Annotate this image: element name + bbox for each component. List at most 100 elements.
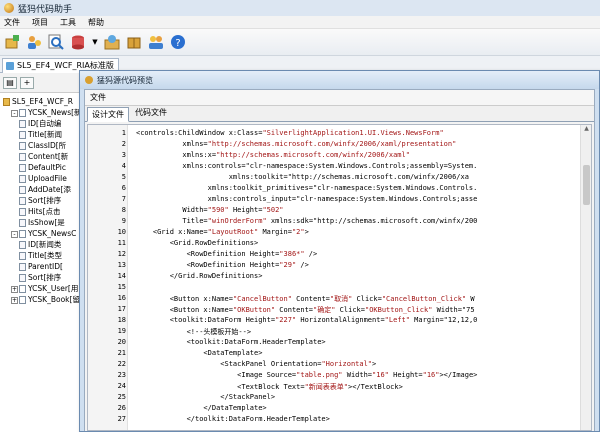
field-icon [19,153,26,161]
line-number: 6 [121,184,126,192]
tree-field-item[interactable]: ID[新闻类 [0,239,83,250]
package-icon[interactable] [125,33,143,51]
code-line: </toolkit:DataForm.HeaderTemplate> [136,415,330,423]
code-line: <Image Source="table.png" Width="16" Hei… [136,371,478,379]
tree-database-item[interactable]: SL5_EF4_WCF_R [0,96,83,107]
view-menu-button[interactable]: ▤ [3,76,17,89]
code-line: xmlns:controls="clr-namespace:System.Win… [136,162,478,170]
tree-field-item[interactable]: AddDate[添 [0,184,83,195]
vertical-scrollbar[interactable]: ▲ [580,125,591,430]
line-number: 11 [117,239,126,247]
preview-title: 猛犸源代码预览 [97,75,153,85]
tree-item-label: ClassID[所 [28,141,67,150]
code-line: </Grid.RowDefinitions> [136,272,263,280]
tree-field-item[interactable]: ID[自动编 [0,118,83,129]
collapse-icon[interactable]: - [11,230,18,238]
tree-field-item[interactable]: IsShow[是 [0,217,83,228]
tree-field-item[interactable]: Title[新闻 [0,129,83,140]
tree-item-label: SL5_EF4_WCF_R [12,97,73,106]
line-number: 21 [117,349,126,357]
line-number: 26 [117,404,126,412]
tree-table-item[interactable]: + YCSK_Book[留 [0,294,83,305]
tree-table-item[interactable]: + YCSK_User[用 [0,283,83,294]
tree-field-item[interactable]: ClassID[所 [0,140,83,151]
search-icon[interactable] [47,33,65,51]
scroll-up-icon[interactable]: ▲ [581,125,591,135]
line-number: 19 [117,327,126,335]
tree-item-label: UploadFile [28,174,67,183]
code-preview-window: 猛犸源代码预览 文件 设计文件 代码文件 1 <controls:ChildWin… [79,70,600,432]
help-icon[interactable]: ? [169,33,187,51]
line-number: 25 [117,393,126,401]
tree-field-item[interactable]: Content[新 [0,151,83,162]
field-icon [19,241,26,249]
field-icon [19,197,26,205]
line-number: 10 [117,228,126,236]
field-icon [19,164,26,172]
tree-field-item[interactable]: ParentID[ [0,261,83,272]
line-number: 12 [117,250,126,258]
title-bar: 猛犸代码助手 [0,0,600,16]
menu-help[interactable]: 帮助 [88,17,104,28]
chevron-down-icon[interactable]: ▼ [91,33,99,51]
scroll-thumb[interactable] [583,165,590,205]
menu-file[interactable]: 文件 [4,17,20,28]
tree-field-item[interactable]: Sort[排序 [0,272,83,283]
people-icon[interactable] [147,33,165,51]
menu-project[interactable]: 项目 [32,17,48,28]
tree-item-label: YCSK_User[用 [28,284,79,293]
tree-field-item[interactable]: Hits[点击 [0,206,83,217]
tree-item-label: Title[类型 [28,251,62,260]
window-icon [85,76,93,84]
field-icon [19,219,26,227]
line-number: 16 [117,294,126,302]
add-button[interactable]: + [20,76,34,89]
line-number: 14 [117,272,126,280]
collapse-icon[interactable]: - [11,109,18,117]
code-line: xmlns:toolkit="http://schemas.microsoft.… [136,173,469,181]
line-number: 18 [117,316,126,324]
tab-code-file[interactable]: 代码文件 [131,106,171,121]
menu-tools[interactable]: 工具 [60,17,76,28]
code-line: </DataTemplate> [136,404,267,412]
code-editor[interactable]: 1 <controls:ChildWindow x:Class="Silverli… [87,124,592,431]
line-number: 3 [121,151,126,159]
tree-item-label: Title[新闻 [28,130,62,139]
line-number: 20 [117,338,126,346]
app-window: 猛犸代码助手 文件 项目 工具 帮助 ▼ ? SL5_EF4_WCF_RIA标准… [0,0,600,432]
tree-field-item[interactable]: Sort[排序 [0,195,83,206]
preview-body: 文件 设计文件 代码文件 1 <controls:ChildWindow x:Cl… [84,89,595,431]
code-line: xmlns="http://schemas.microsoft.com/winf… [136,140,457,148]
line-number: 27 [117,415,126,423]
code-line: xmlns:x="http://schemas.microsoft.com/wi… [136,151,410,159]
field-icon [19,120,26,128]
expand-icon[interactable]: + [11,296,18,304]
line-number: 2 [121,140,126,148]
tree-field-item[interactable]: Title[类型 [0,250,83,261]
tree-table-item[interactable]: - YCSK_News[新 [0,107,83,118]
line-number: 17 [117,305,126,313]
tree-item-label: Content[新 [28,152,69,161]
table-icon [19,109,26,117]
field-icon [19,208,26,216]
line-number: 23 [117,371,126,379]
line-number: 9 [121,217,126,225]
main-toolbar: ▼ ? [0,29,600,56]
tree-field-item[interactable]: UploadFile [0,173,83,184]
code-line: <Button x:Name="OKButton" Content="确定" C… [136,306,475,314]
code-line: <Grid.RowDefinitions> [136,239,259,247]
users-icon[interactable] [25,33,43,51]
preview-title-bar[interactable]: 猛犸源代码预览 [80,71,599,89]
new-project-icon[interactable] [3,33,21,51]
line-number: 1 [121,129,126,137]
settings-icon[interactable] [103,33,121,51]
field-icon [19,175,26,183]
tree-field-item[interactable]: DefaultPic [0,162,83,173]
field-icon [19,263,26,271]
tree-table-item[interactable]: - YCSK_NewsC [0,228,83,239]
expand-icon[interactable]: + [11,285,18,293]
preview-menu-file[interactable]: 文件 [90,92,106,103]
database-icon[interactable] [69,33,87,51]
tab-design-file[interactable]: 设计文件 [87,107,129,122]
code-line: <TextBlock Text="新闻表表单"></TextBlock> [136,383,403,391]
